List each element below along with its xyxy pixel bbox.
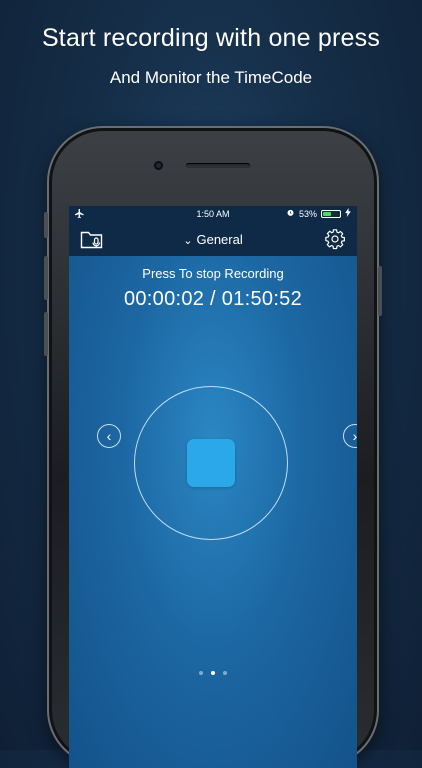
page-dot[interactable]: [223, 671, 227, 675]
page-dot-active[interactable]: [211, 671, 215, 675]
volume-up-button: [44, 256, 48, 300]
nav-bar: ⌄ General: [69, 224, 357, 256]
phone-frame: 1:50 AM 53% ⌄ General Press To stop Reco…: [44, 126, 382, 768]
gear-icon[interactable]: [324, 228, 346, 255]
battery-icon: [321, 209, 341, 218]
app-screen: 1:50 AM 53% ⌄ General Press To stop Reco…: [69, 206, 357, 768]
promo-title: Start recording with one press: [41, 24, 381, 52]
chevron-left-icon: ‹: [106, 428, 112, 444]
volume-down-button: [44, 312, 48, 356]
earpiece: [186, 163, 250, 168]
battery-percent: 53%: [298, 208, 317, 219]
front-camera: [154, 161, 163, 170]
promo-subtitle: And Monitor the TimeCode: [109, 68, 313, 87]
timecode-display: 00:00:02 / 01:50:52: [123, 288, 303, 310]
chevron-down-icon: ⌄: [183, 235, 193, 247]
power-button: [378, 266, 382, 316]
nav-title-label: General: [196, 232, 243, 247]
previous-page-button[interactable]: ‹: [97, 424, 121, 448]
page-dot[interactable]: [199, 671, 203, 675]
status-bar: 1:50 AM 53%: [69, 206, 357, 224]
alarm-icon: [286, 208, 295, 219]
charging-icon: [345, 208, 351, 219]
profile-dropdown[interactable]: ⌄ General: [69, 232, 357, 247]
page-indicator[interactable]: [69, 671, 357, 675]
next-page-button[interactable]: ›: [343, 424, 357, 448]
chevron-right-icon: ›: [352, 428, 357, 444]
recording-prompt: Press To stop Recording: [142, 266, 284, 281]
stop-recording-button[interactable]: [187, 439, 235, 487]
mute-switch: [44, 212, 48, 238]
